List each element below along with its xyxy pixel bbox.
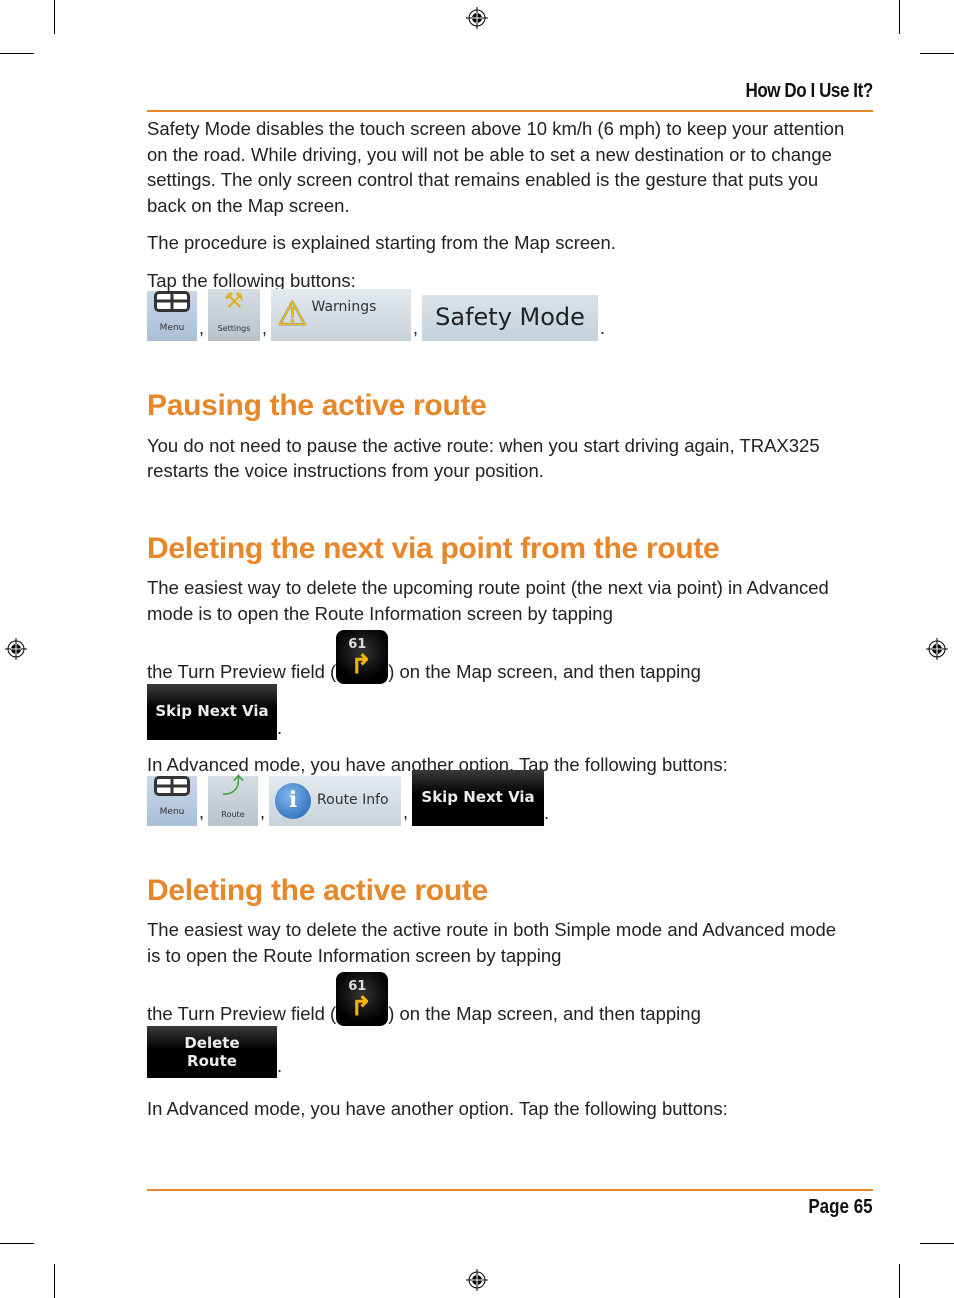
crop-mark	[920, 1243, 954, 1244]
turn-right-arrow-icon: ↱	[350, 991, 372, 1021]
crop-mark	[54, 1264, 55, 1298]
registration-mark-icon	[466, 1269, 488, 1291]
page-number: Page 65	[808, 1196, 873, 1218]
route-button[interactable]: ⤴ Route	[208, 774, 259, 826]
skip-next-via-button[interactable]: Skip Next Via	[147, 684, 277, 740]
heading-pausing: Pausing the active route	[147, 389, 487, 422]
crop-mark	[899, 1264, 900, 1298]
route-road-icon: ⤴	[222, 774, 245, 799]
delete-route-button[interactable]: Delete Route	[147, 1026, 277, 1078]
settings-wrench-icon: ⚒	[224, 288, 244, 314]
registration-mark-icon	[466, 7, 488, 29]
safety-paragraph: Safety Mode disables the touch screen ab…	[147, 118, 845, 216]
settings-button[interactable]: ⚒ Settings	[208, 288, 261, 341]
page-content: Safety Mode disables the touch screen ab…	[147, 116, 847, 1134]
menu-button[interactable]: Menu	[147, 775, 197, 826]
route-info-button[interactable]: i Route Info	[269, 775, 402, 826]
turn-preview-field[interactable]: 61 ↱	[336, 972, 389, 1026]
safety-mode-button[interactable]: Safety Mode	[422, 295, 599, 341]
crop-mark	[920, 53, 954, 54]
footer-rule	[147, 1189, 873, 1191]
via-button-sequence: Menu , ⤴ Route , i Route Info , Skip Nex…	[147, 769, 847, 826]
deleting-via-paragraph: The easiest way to delete the upcoming r…	[147, 577, 829, 624]
section-title: How Do I Use It?	[745, 80, 874, 102]
warning-triangle-icon: ⚠	[277, 294, 308, 335]
turn-preview-field[interactable]: 61 ↱	[336, 630, 389, 684]
crop-mark	[0, 53, 34, 54]
registration-mark-icon	[5, 638, 27, 660]
menu-grid-icon	[154, 291, 190, 312]
procedure-paragraph: The procedure is explained starting from…	[147, 232, 616, 253]
heading-deleting-via: Deleting the next via point from the rou…	[147, 531, 720, 565]
warnings-button[interactable]: ⚠ Warnings	[271, 289, 412, 341]
info-icon: i	[275, 782, 312, 819]
safety-button-sequence: Menu , ⚒ Settings , ⚠ Warnings , Safety …	[147, 289, 847, 341]
crop-mark	[54, 0, 55, 34]
menu-grid-icon	[154, 775, 190, 796]
skip-next-via-button[interactable]: Skip Next Via	[412, 769, 545, 826]
turn-right-arrow-icon: ↱	[350, 649, 372, 679]
deleting-route-paragraph: The easiest way to delete the active rou…	[147, 919, 837, 966]
crop-mark	[899, 0, 900, 34]
pausing-paragraph: You do not need to pause the active rout…	[147, 434, 820, 482]
advanced-option-paragraph: In Advanced mode, you have another optio…	[147, 1098, 728, 1119]
menu-button[interactable]: Menu	[147, 291, 197, 341]
registration-mark-icon	[926, 638, 948, 660]
heading-deleting-route: Deleting the active route	[147, 873, 488, 907]
crop-mark	[0, 1243, 34, 1244]
page-header: How Do I Use It?	[147, 80, 873, 112]
